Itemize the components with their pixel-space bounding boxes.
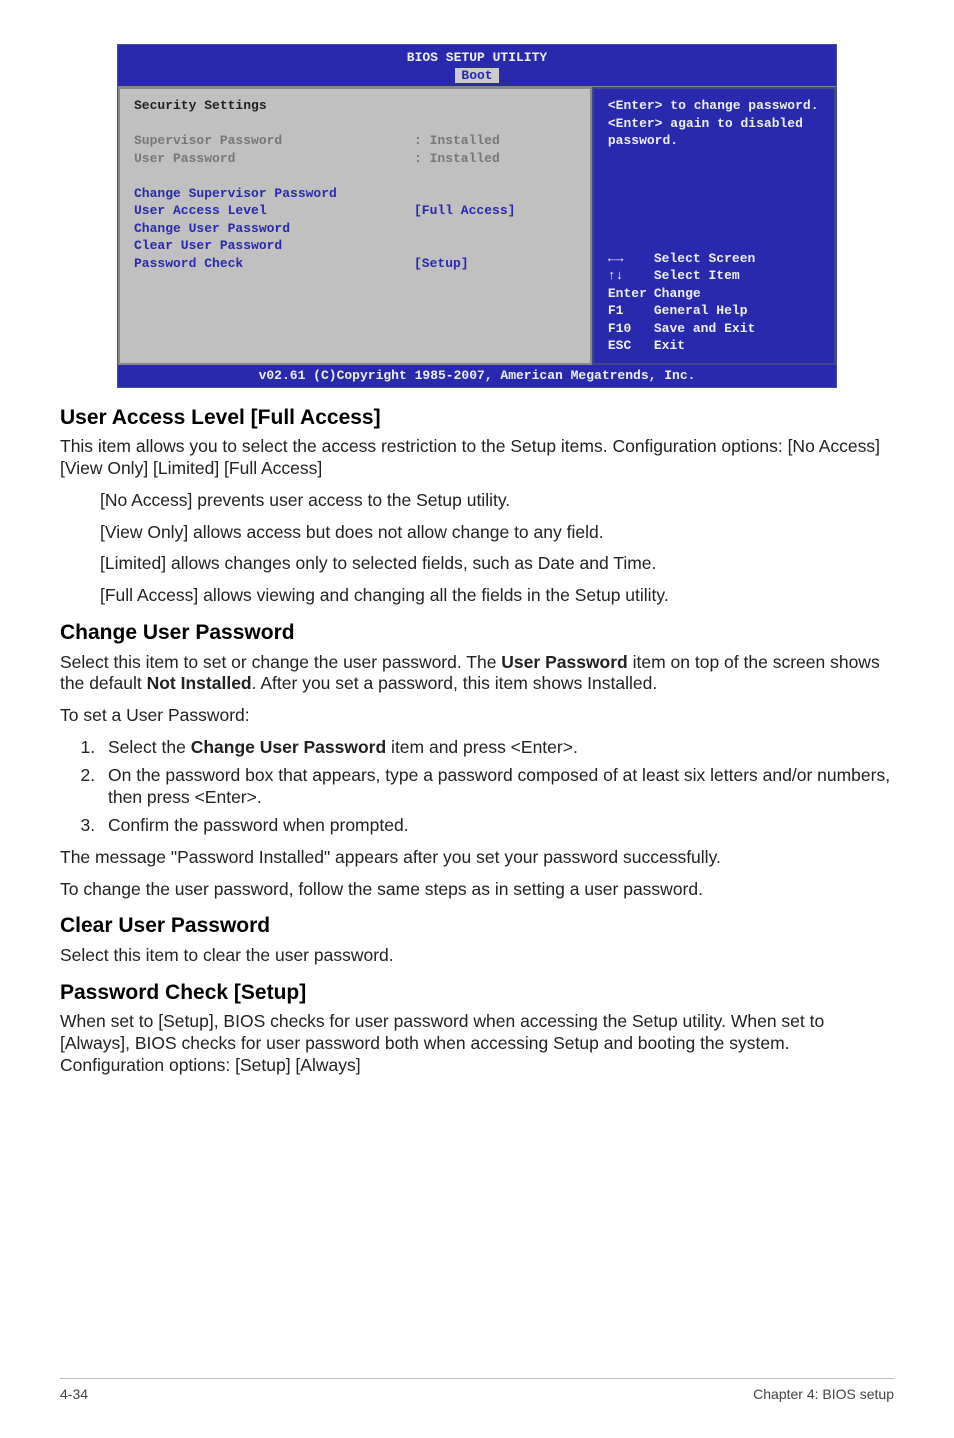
- user-password-value: : Installed: [414, 150, 500, 168]
- clear-user-password-item[interactable]: Clear User Password: [134, 237, 576, 255]
- change-supervisor-password-item[interactable]: Change Supervisor Password: [134, 185, 576, 203]
- para-to-set: To set a User Password:: [60, 705, 894, 727]
- text-bold: Not Installed: [147, 673, 252, 693]
- bios-nav-hints: ←→Select Screen ↑↓Select Item EnterChang…: [608, 250, 820, 355]
- nav-key-esc: ESC: [608, 337, 654, 355]
- para-change-user-pw-1: Select this item to set or change the us…: [60, 652, 894, 696]
- bios-title: BIOS SETUP UTILITY: [118, 45, 836, 67]
- user-access-level-item[interactable]: User Access Level [Full Access]: [134, 202, 576, 220]
- para-change-steps: To change the user password, follow the …: [60, 879, 894, 901]
- para-view-only: [View Only] allows access but does not a…: [100, 522, 894, 544]
- text-bold: User Password: [501, 652, 627, 672]
- step-2: On the password box that appears, type a…: [100, 765, 894, 809]
- heading-clear-user-pw: Clear User Password: [60, 912, 894, 940]
- para-full-access: [Full Access] allows viewing and changin…: [100, 585, 894, 607]
- bios-right-pane: <Enter> to change password. <Enter> agai…: [592, 87, 836, 365]
- bios-tabs: Boot: [118, 67, 836, 87]
- nav-key-f10: F10: [608, 320, 654, 338]
- text-seg: . After you set a password, this item sh…: [252, 673, 658, 693]
- nav-save-exit: Save and Exit: [654, 320, 755, 338]
- text-seg: item and press <Enter>.: [386, 737, 578, 757]
- chapter-label: Chapter 4: BIOS setup: [753, 1385, 894, 1404]
- page-number: 4-34: [60, 1385, 88, 1404]
- nav-change: Change: [654, 285, 701, 303]
- steps-list: Select the Change User Password item and…: [60, 737, 894, 837]
- nav-select-item: Select Item: [654, 267, 740, 285]
- bios-left-pane: Security Settings Supervisor Password : …: [118, 87, 592, 365]
- heading-password-check: Password Check [Setup]: [60, 979, 894, 1007]
- text-seg: Select this item to set or change the us…: [60, 652, 501, 672]
- heading-user-access-level: User Access Level [Full Access]: [60, 404, 894, 432]
- password-check-item[interactable]: Password Check [Setup]: [134, 255, 576, 273]
- user-password-row: User Password : Installed: [134, 150, 576, 168]
- para-no-access: [No Access] prevents user access to the …: [100, 490, 894, 512]
- nav-key-ud: ↑↓: [608, 267, 654, 285]
- help-line2: <Enter> again to disabled password.: [608, 115, 820, 150]
- para-clear-user-pw: Select this item to clear the user passw…: [60, 945, 894, 967]
- nav-exit: Exit: [654, 337, 685, 355]
- nav-key-enter: Enter: [608, 285, 654, 303]
- password-check-label: Password Check: [134, 255, 414, 273]
- help-line1: <Enter> to change password.: [608, 97, 820, 115]
- text-seg: Select the: [108, 737, 191, 757]
- nav-general-help: General Help: [654, 302, 748, 320]
- user-access-level-label: User Access Level: [134, 202, 414, 220]
- heading-change-user-pw: Change User Password: [60, 619, 894, 647]
- nav-key-lr: ←→: [608, 250, 654, 268]
- para-msg-installed: The message "Password Installed" appears…: [60, 847, 894, 869]
- security-settings-title: Security Settings: [134, 97, 576, 115]
- para-password-check: When set to [Setup], BIOS checks for use…: [60, 1011, 894, 1077]
- page-footer: 4-34 Chapter 4: BIOS setup: [60, 1378, 894, 1404]
- step-1: Select the Change User Password item and…: [100, 737, 894, 759]
- bios-footer: v02.61 (C)Copyright 1985-2007, American …: [118, 365, 836, 387]
- tab-boot: Boot: [455, 68, 498, 83]
- text-bold: Change User Password: [191, 737, 386, 757]
- user-password-label: User Password: [134, 150, 414, 168]
- para-limited: [Limited] allows changes only to selecte…: [100, 553, 894, 575]
- password-check-value: [Setup]: [414, 255, 469, 273]
- supervisor-password-label: Supervisor Password: [134, 132, 414, 150]
- nav-key-f1: F1: [608, 302, 654, 320]
- bios-screenshot: BIOS SETUP UTILITY Boot Security Setting…: [117, 44, 837, 388]
- para-user-access-intro: This item allows you to select the acces…: [60, 436, 894, 480]
- step-3: Confirm the password when prompted.: [100, 815, 894, 837]
- supervisor-password-row: Supervisor Password : Installed: [134, 132, 576, 150]
- nav-select-screen: Select Screen: [654, 250, 755, 268]
- user-access-level-value: [Full Access]: [414, 202, 515, 220]
- change-user-password-item[interactable]: Change User Password: [134, 220, 576, 238]
- supervisor-password-value: : Installed: [414, 132, 500, 150]
- bios-help-text: <Enter> to change password. <Enter> agai…: [608, 97, 820, 150]
